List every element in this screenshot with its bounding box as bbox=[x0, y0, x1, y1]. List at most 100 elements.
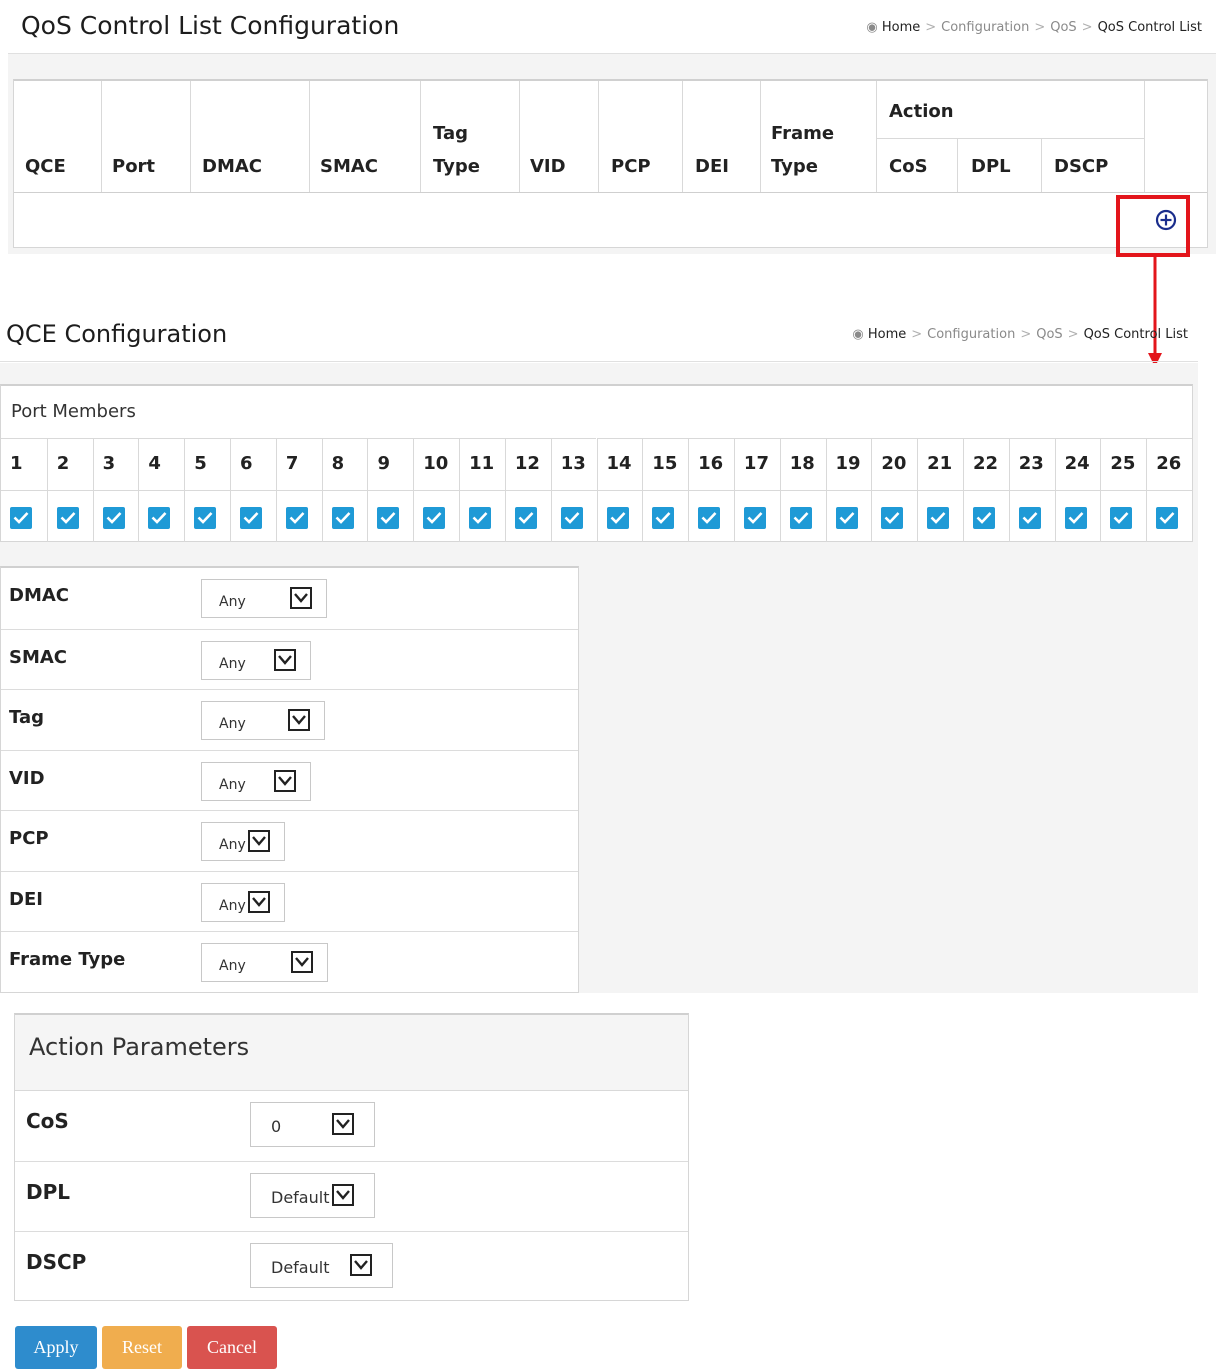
rule-select-frame-type[interactable]: Any bbox=[201, 943, 328, 982]
port-number: 6 bbox=[240, 453, 253, 474]
port-member-11: 11 bbox=[459, 438, 505, 542]
rule-select-dmac[interactable]: Any bbox=[201, 579, 327, 618]
breadcrumb-home[interactable]: Home bbox=[882, 20, 920, 35]
apply-button[interactable]: Apply bbox=[15, 1326, 97, 1369]
chevron-down-icon[interactable] bbox=[288, 709, 310, 731]
port-checkbox[interactable] bbox=[927, 507, 950, 529]
rule-row-dmac: DMAC Any bbox=[1, 568, 578, 629]
port-member-3: 3 bbox=[92, 438, 139, 542]
port-number: 3 bbox=[102, 453, 116, 474]
select-value: Default bbox=[271, 1188, 330, 1207]
port-checkbox[interactable] bbox=[789, 507, 812, 529]
port-member-12: 12 bbox=[504, 438, 551, 542]
port-member-17: 17 bbox=[733, 438, 780, 542]
cancel-button[interactable]: Cancel bbox=[187, 1326, 277, 1369]
chevron-down-icon[interactable] bbox=[332, 1184, 354, 1206]
select-value: Any bbox=[219, 594, 246, 610]
col-dmac: DMAC bbox=[202, 156, 262, 177]
rule-row-tag: Tag Any bbox=[1, 689, 578, 750]
rule-select-vid[interactable]: Any bbox=[201, 761, 311, 801]
rule-select-pcp[interactable]: Any bbox=[201, 822, 285, 861]
port-checkbox[interactable] bbox=[240, 507, 263, 529]
port-checkbox[interactable] bbox=[377, 507, 400, 529]
port-number: 17 bbox=[743, 453, 769, 474]
breadcrumb: ◉ Home > Configuration > QoS > QoS Control Lis… bbox=[866, 20, 1202, 35]
chevron-down-icon[interactable] bbox=[291, 951, 313, 973]
port-number: 4 bbox=[148, 453, 161, 474]
port-checkbox[interactable] bbox=[1110, 507, 1133, 529]
port-checkbox[interactable] bbox=[469, 507, 492, 529]
col-group-action: Action bbox=[889, 101, 954, 122]
breadcrumb-configuration[interactable]: Configuration bbox=[941, 20, 1029, 35]
breadcrumb-home[interactable]: Home bbox=[868, 327, 906, 342]
col-dpl: DPL bbox=[971, 156, 1011, 177]
port-member-26: 26 bbox=[1146, 438, 1192, 542]
select-value: Default bbox=[271, 1258, 330, 1277]
col-smac: SMAC bbox=[320, 156, 379, 177]
chevron-down-icon[interactable] bbox=[248, 890, 270, 913]
port-checkbox[interactable] bbox=[698, 507, 721, 529]
chevron-down-icon[interactable] bbox=[248, 830, 270, 852]
action-label: DPL bbox=[26, 1180, 71, 1204]
port-members-title: Port Members bbox=[11, 401, 136, 422]
port-checkbox[interactable] bbox=[1156, 507, 1179, 529]
rule-select-tag[interactable]: Any bbox=[201, 701, 325, 740]
rule-select-smac[interactable]: Any bbox=[201, 640, 311, 680]
home-icon: ◉ bbox=[852, 327, 864, 342]
action-select-dscp[interactable]: Default bbox=[250, 1243, 393, 1288]
rule-select-dei[interactable]: Any bbox=[201, 882, 285, 922]
chevron-down-icon[interactable] bbox=[274, 648, 296, 671]
port-checkbox[interactable] bbox=[743, 507, 766, 529]
port-checkbox[interactable] bbox=[881, 507, 904, 529]
rule-label: DMAC bbox=[9, 585, 69, 606]
port-member-5: 5 bbox=[184, 438, 231, 542]
port-member-24: 24 bbox=[1054, 438, 1101, 542]
port-member-8: 8 bbox=[321, 438, 368, 542]
port-member-25: 25 bbox=[1100, 438, 1147, 542]
rule-row-pcp: PCP Any bbox=[1, 810, 578, 871]
action-row-dscp: DSCP Default bbox=[15, 1231, 688, 1301]
action-select-cos[interactable]: 0 bbox=[250, 1102, 375, 1147]
rule-label: SMAC bbox=[9, 646, 68, 668]
port-number: 2 bbox=[56, 453, 70, 474]
port-checkbox[interactable] bbox=[102, 507, 125, 529]
port-member-9: 9 bbox=[367, 438, 414, 542]
qce-page-header: QCE Configuration ◉ Home > Configuration > Q… bbox=[0, 318, 1198, 362]
rule-row-frame-type: Frame Type Any bbox=[1, 931, 578, 992]
breadcrumb-current: QoS Control List bbox=[1083, 327, 1188, 342]
chevron-down-icon[interactable] bbox=[290, 587, 312, 609]
breadcrumb-configuration[interactable]: Configuration bbox=[927, 327, 1015, 342]
port-checkbox[interactable] bbox=[835, 507, 858, 529]
port-checkbox[interactable] bbox=[10, 507, 32, 529]
action-parameters-header: Action Parameters bbox=[15, 1015, 688, 1091]
port-checkbox[interactable] bbox=[514, 507, 537, 529]
port-checkbox[interactable] bbox=[1018, 507, 1041, 529]
port-member-7: 7 bbox=[275, 438, 322, 542]
port-member-2: 2 bbox=[46, 438, 93, 542]
port-member-14: 14 bbox=[596, 438, 643, 542]
port-checkbox[interactable] bbox=[148, 507, 171, 529]
chevron-down-icon[interactable] bbox=[350, 1254, 372, 1276]
plus-circle-icon[interactable] bbox=[1155, 209, 1177, 231]
chevron-down-icon[interactable] bbox=[274, 769, 296, 792]
breadcrumb-qos[interactable]: QoS bbox=[1036, 327, 1062, 342]
port-checkbox[interactable] bbox=[331, 507, 354, 529]
port-checkbox[interactable] bbox=[652, 507, 675, 529]
port-checkbox[interactable] bbox=[423, 507, 446, 529]
action-select-dpl[interactable]: Default bbox=[250, 1173, 375, 1218]
port-checkbox[interactable] bbox=[606, 507, 629, 529]
port-checkbox[interactable] bbox=[56, 507, 79, 529]
chevron-down-icon[interactable] bbox=[332, 1113, 354, 1135]
port-number: 11 bbox=[469, 453, 495, 474]
rule-label: VID bbox=[9, 767, 45, 789]
port-checkbox[interactable] bbox=[560, 507, 583, 529]
reset-button[interactable]: Reset bbox=[102, 1326, 182, 1369]
port-member-23: 23 bbox=[1008, 438, 1055, 542]
port-checkbox[interactable] bbox=[1064, 507, 1087, 529]
port-member-4: 4 bbox=[138, 438, 185, 542]
breadcrumb-qos[interactable]: QoS bbox=[1050, 20, 1076, 35]
port-checkbox[interactable] bbox=[285, 507, 308, 529]
rule-label: Tag bbox=[9, 707, 44, 728]
port-checkbox[interactable] bbox=[194, 507, 217, 529]
port-checkbox[interactable] bbox=[972, 507, 995, 529]
